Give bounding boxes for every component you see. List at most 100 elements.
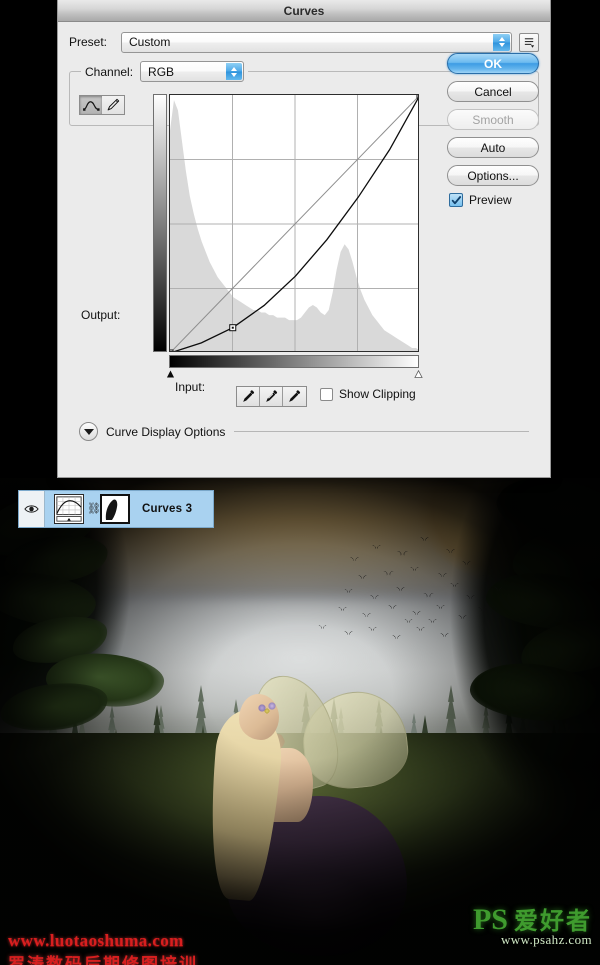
bird [458,614,467,619]
bird [438,572,447,577]
preview-checkbox[interactable] [449,193,463,207]
gray-point-eyedropper-button[interactable] [260,387,283,406]
options-button[interactable]: Options... [447,165,539,186]
chevron-up-icon [498,37,505,41]
preset-value: Custom [129,35,171,49]
bird [368,626,377,631]
chevron-down-icon [498,43,505,47]
white-point-eyedropper-button[interactable] [283,387,306,406]
watermark-right-brand: PS 爱好者 [473,905,592,935]
bird [318,624,327,629]
input-axis-label: Input: [175,380,206,394]
show-clipping-label: Show Clipping [339,387,416,401]
bird [416,626,425,631]
bird [404,618,413,623]
link-icon[interactable]: ⛓ [87,503,101,515]
black-point-eyedropper-button[interactable] [237,387,260,406]
curve-plot-svg [170,95,419,352]
bird [344,630,353,635]
smooth-button[interactable]: Smooth [447,109,539,130]
layer-mask-thumbnail[interactable] [100,494,130,524]
curves-thumbnail-graphic [56,496,82,522]
bird [440,632,449,637]
channel-value: RGB [148,64,175,79]
eye-icon [24,505,39,513]
white-point-slider[interactable] [414,370,423,378]
bird [423,591,434,598]
bird [494,586,503,591]
bird [370,594,379,599]
preset-row: Preset: Custom [69,31,539,53]
show-clipping-row[interactable]: Show Clipping [320,387,416,401]
preview-label: Preview [469,193,512,207]
curve-tools-column: Output: [79,94,153,322]
input-gradient-bar [169,355,419,368]
curves-dialog: Curves Preset: Custom Channel: RGB Outpu… [57,0,551,478]
watermark-left: www.luotaoshuma.com 罗涛数码后期修图培训 [8,931,338,965]
separator-line [234,431,529,432]
bird [388,604,397,609]
chevron-up-icon [231,66,238,71]
watermark-brand-cn: 爱好者 [514,908,592,935]
bird [362,612,371,617]
output-gradient-bar [153,94,167,352]
bird [392,634,401,639]
bird [383,569,394,576]
black-point-slider[interactable] [166,370,175,378]
curve-control-point-center [231,326,234,329]
channel-legend: Channel: RGB [81,61,248,82]
layer-row[interactable]: ⛓ Curves 3 [18,490,214,528]
bird [396,586,405,591]
curve-display-options-disclosure[interactable] [79,422,98,441]
eyedropper-icon [265,390,277,402]
preset-menu-button[interactable] [519,32,539,52]
bird [412,610,421,615]
list-menu-icon [524,37,534,48]
bird [350,556,359,561]
eyedropper-icon [242,390,254,402]
preset-select[interactable]: Custom [121,31,512,53]
curve-tool-group[interactable] [79,95,125,115]
curves-adjustment-thumbnail[interactable] [54,494,84,524]
chevron-down-icon [231,72,238,77]
bird [338,606,347,611]
preset-stepper-arrows[interactable] [493,33,510,51]
channel-label: Channel: [85,64,134,79]
dialog-titlebar[interactable]: Curves [58,0,550,22]
dialog-body: Preset: Custom Channel: RGB Output: Inpu… [58,22,550,441]
bird [446,548,455,553]
layer-name-label: Curves 3 [142,503,193,515]
bird [450,582,459,587]
bird [436,604,445,609]
curve-display-options-row[interactable]: Curve Display Options [79,422,529,441]
show-clipping-checkbox[interactable] [320,387,333,401]
bird [420,536,429,541]
preview-row[interactable]: Preview [449,193,539,207]
layer-visibility-toggle[interactable] [19,491,45,527]
ok-button[interactable]: OK [447,53,539,74]
bird [478,606,487,611]
bird [397,549,408,556]
curve-point-tool-icon [82,100,100,111]
curve-plot[interactable] [169,94,419,352]
auto-button[interactable]: Auto [447,137,539,158]
channel-stepper-arrows[interactable] [226,63,243,80]
bird [358,574,367,579]
curve-point-tool-button[interactable] [80,96,102,114]
curve-control-point[interactable] [416,95,419,99]
bird [482,574,491,579]
pencil-tool-button[interactable] [102,96,124,114]
hair-flower-ornament [255,700,281,717]
fairy-figure [185,665,415,965]
dialog-button-column: OK Cancel Smooth Auto Options... Preview [447,53,539,207]
output-axis-label: Output: [81,308,121,322]
eyedropper-icon [289,390,301,402]
pencil-tool-icon [107,98,120,111]
eyedropper-group[interactable] [236,386,307,407]
channel-select[interactable]: RGB [140,61,245,82]
cancel-button[interactable]: Cancel [447,81,539,102]
watermark-left-url: www.luotaoshuma.com [8,931,184,950]
screen: ⛓ Curves 3 www.luotaoshuma.com 罗涛数码后期修图培… [0,0,600,965]
curve-control-point[interactable] [170,349,174,352]
bird [462,560,471,565]
